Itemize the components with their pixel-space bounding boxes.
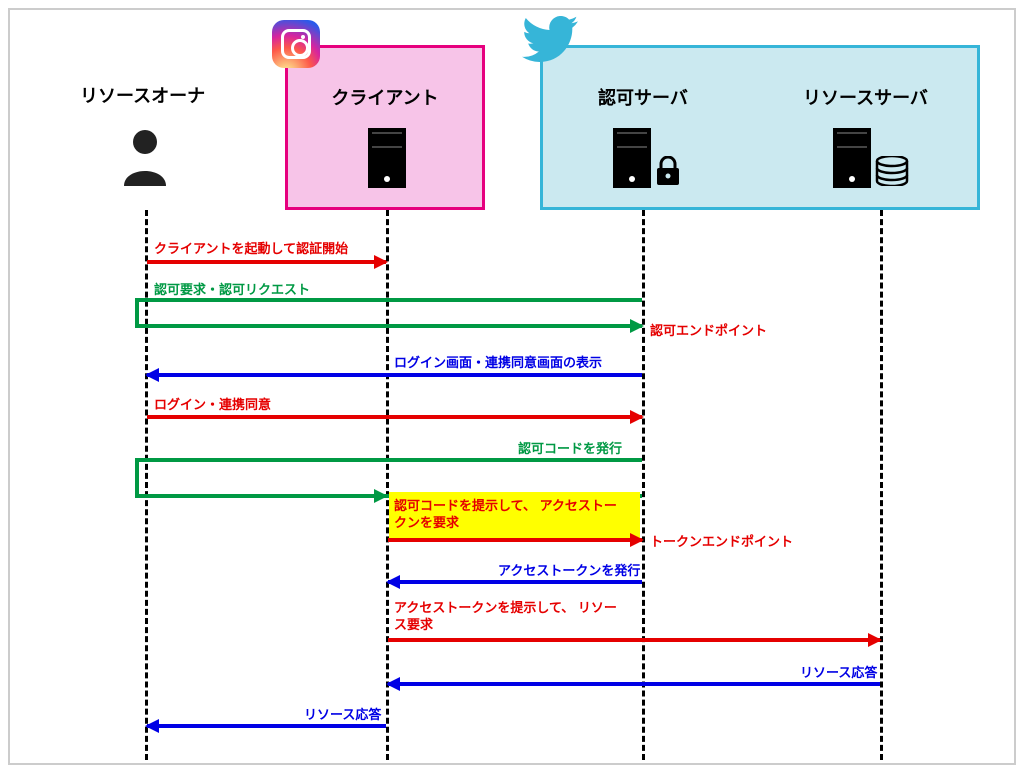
arrow-resource-response [388, 682, 880, 686]
actor-client-label: クライアント [288, 84, 482, 110]
actor-resource-owner-label: リソースオーナ [80, 82, 205, 108]
label-m1: クライアントを起動して認証開始 [154, 238, 348, 257]
arrow-final-response [147, 724, 386, 728]
client-box: クライアント [285, 45, 485, 210]
label-m4: ログイン画面・連携同意画面の表示 [394, 352, 602, 371]
lifeline-resource [880, 210, 883, 760]
label-m8: アクセストークンを発行 [498, 560, 640, 579]
person-icon [120, 128, 170, 186]
label-m10: リソース応答 [800, 662, 877, 681]
lock-icon [655, 156, 681, 186]
label-m3-right: 認可エンドポイント [650, 320, 767, 339]
label-m7-right: トークンエンドポイント [650, 531, 793, 550]
lifeline-auth [642, 210, 645, 760]
label-m5: ログイン・連携同意 [154, 394, 271, 413]
label-m9: アクセストークンを提示して、 リソース要求 [394, 600, 624, 634]
actor-auth-server-label: 認可サーバ [598, 84, 688, 110]
instagram-icon [272, 20, 320, 68]
arrow-start-auth [147, 260, 386, 264]
server-icon [833, 128, 871, 188]
label-m7: 認可コードを提示して、 アクセストークンを要求 [394, 498, 624, 532]
sequence-diagram: リソースオーナ クライアント 認可サーバ リソースサーバ [8, 8, 1016, 765]
server-icon [613, 128, 651, 188]
server-icon [368, 128, 406, 188]
arrow-resource-request [388, 638, 880, 642]
bracket-auth-request [135, 298, 642, 328]
label-m6: 認可コードを発行 [518, 438, 622, 457]
twitter-icon [522, 16, 578, 62]
arrow-token-request [388, 538, 642, 542]
arrow-login-screen [147, 373, 642, 377]
arrow-login-consent [147, 415, 642, 419]
actor-resource-server-label: リソースサーバ [803, 84, 928, 110]
label-m11: リソース応答 [304, 704, 381, 723]
server-group-box: 認可サーバ リソースサーバ [540, 45, 980, 210]
arrow-token-issue [388, 580, 642, 584]
label-m2: 認可要求・認可リクエスト [154, 279, 310, 298]
database-icon [875, 156, 909, 186]
